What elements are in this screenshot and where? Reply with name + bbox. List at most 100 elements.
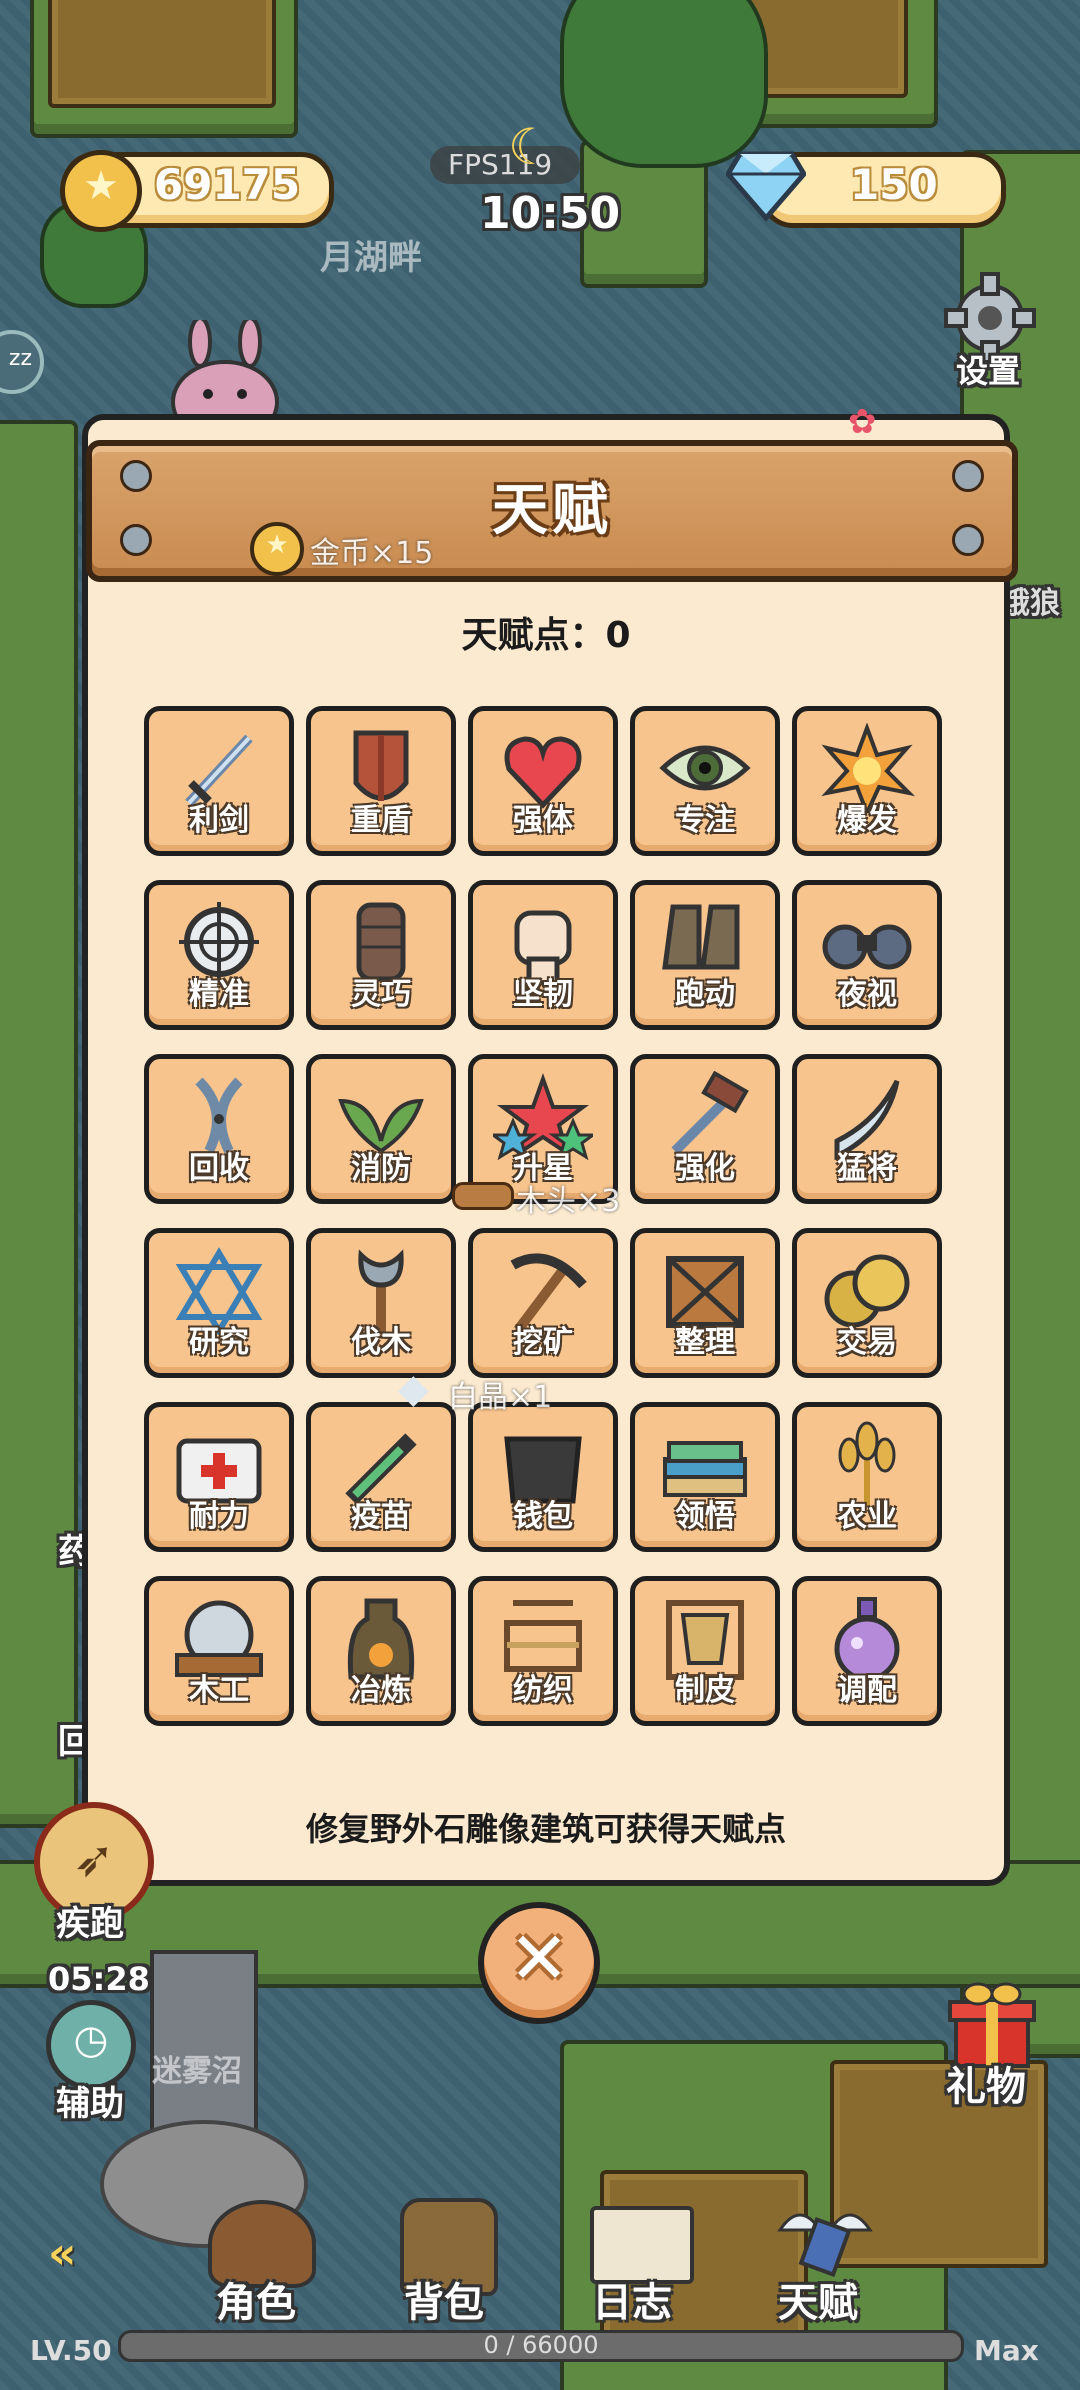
talent-label: 纺织	[513, 1673, 573, 1708]
talent-tile-10[interactable]: 夜视	[792, 880, 942, 1030]
xp-progress-text: 0 / 66000	[483, 2331, 599, 2359]
talent-label: 夜视	[837, 977, 897, 1012]
talent-label: 猛将	[837, 1151, 897, 1186]
talent-label: 利剑	[189, 803, 249, 838]
talent-label: 疫苗	[351, 1499, 411, 1534]
big-tree	[560, 0, 768, 168]
talent-tile-16[interactable]: 研究	[144, 1228, 294, 1378]
wood-log-icon	[452, 1182, 514, 1210]
settings-label[interactable]: 设置	[956, 346, 1020, 392]
talent-tile-18[interactable]: 挖矿	[468, 1228, 618, 1378]
game-clock: 10:50	[480, 188, 621, 239]
talent-label: 伐木	[351, 1325, 411, 1360]
talent-tile-11[interactable]: 回收	[144, 1054, 294, 1204]
flower-icon: ✿	[848, 402, 877, 442]
talent-tile-14[interactable]: 强化	[630, 1054, 780, 1204]
xp-max-text: Max	[974, 2334, 1039, 2367]
talent-tile-27[interactable]: 冶炼	[306, 1576, 456, 1726]
talent-label: 爆发	[837, 803, 897, 838]
talent-label: 消防	[351, 1151, 411, 1186]
grass-tile	[0, 420, 78, 1828]
talent-label: 领悟	[675, 1499, 735, 1534]
talent-tile-22[interactable]: 疫苗	[306, 1402, 456, 1552]
talent-tile-29[interactable]: 制皮	[630, 1576, 780, 1726]
talent-label: 整理	[675, 1325, 735, 1360]
talent-tile-2[interactable]: 重盾	[306, 706, 456, 856]
level-text: LV.50	[30, 2334, 112, 2367]
nav-log[interactable]: 日志	[592, 2270, 672, 2328]
talent-label: 回收	[189, 1151, 249, 1186]
collapse-arrow-icon[interactable]: «	[48, 2228, 76, 2279]
panel-header: 天赋	[86, 440, 1018, 582]
nav-talent[interactable]: 天赋	[778, 2270, 858, 2328]
nav-bag[interactable]: 背包	[404, 2270, 484, 2328]
talent-label: 强体	[513, 803, 573, 838]
talent-label: 木工	[189, 1673, 249, 1708]
nav-character[interactable]: 角色	[216, 2270, 296, 2328]
boot-icon: ➶	[73, 1830, 115, 1888]
winged-book-icon	[770, 2200, 880, 2280]
talent-tile-5[interactable]: 爆发	[792, 706, 942, 856]
talent-tile-8[interactable]: 坚韧	[468, 880, 618, 1030]
sprint-label: 疾跑	[56, 1904, 124, 1944]
fps-pill: FPS119	[430, 146, 580, 184]
sprint-timer: 05:28	[48, 1960, 150, 1998]
talent-tile-26[interactable]: 木工	[144, 1576, 294, 1726]
talent-tile-25[interactable]: 农业	[792, 1402, 942, 1552]
panel-title: 天赋	[492, 478, 612, 543]
talent-tile-12[interactable]: 消防	[306, 1054, 456, 1204]
farmland-plot	[48, 0, 276, 108]
talent-tile-28[interactable]: 纺织	[468, 1576, 618, 1726]
talent-label: 交易	[837, 1325, 897, 1360]
reward-coin-text: 金币×15	[310, 536, 434, 571]
talent-label: 坚韧	[513, 977, 573, 1012]
talent-label: 调配	[837, 1673, 897, 1708]
close-button[interactable]: ✕	[478, 1902, 600, 2024]
talent-panel: 天赋 ✿ 天赋点：0 利剑 重盾 强体 专注 爆发 精准 灵巧 坚韧 跑动 夜视 回收 消防 升星 强化猛…	[82, 402, 1018, 1886]
talent-tile-17[interactable]: 伐木	[306, 1228, 456, 1378]
gem-count: 150	[850, 160, 938, 209]
talent-tile-24[interactable]: 领悟	[630, 1402, 780, 1552]
map-label-lake: 月湖畔	[320, 238, 422, 278]
talent-hint: 修复野外石雕像建筑可获得天赋点	[305, 1810, 786, 1848]
talent-label: 制皮	[675, 1673, 735, 1708]
talent-label: 耐力	[189, 1499, 249, 1534]
talent-tile-6[interactable]: 精准	[144, 880, 294, 1030]
coin-count: 69175	[154, 160, 301, 209]
talent-tile-7[interactable]: 灵巧	[306, 880, 456, 1030]
talent-label: 挖矿	[513, 1325, 573, 1360]
talent-tile-4[interactable]: 专注	[630, 706, 780, 856]
talent-label: 钱包	[513, 1499, 573, 1534]
talent-tile-21[interactable]: 耐力	[144, 1402, 294, 1552]
reward-crystal-text: 白晶×1	[448, 1380, 553, 1415]
talent-label: 专注	[675, 803, 735, 838]
moon-icon: ☾	[508, 118, 553, 176]
xp-bar: 0 / 66000	[118, 2330, 964, 2362]
talent-label: 强化	[675, 1151, 735, 1186]
assist-label: 辅助	[56, 2084, 124, 2124]
clock-icon: ◷	[73, 2017, 109, 2063]
gift-label[interactable]: 礼物	[946, 2054, 1026, 2112]
talent-label: 重盾	[351, 803, 411, 838]
coin-icon: ★	[60, 150, 142, 232]
talent-label: 研究	[189, 1325, 249, 1360]
talent-tile-3[interactable]: 强体	[468, 706, 618, 856]
talent-label: 精准	[189, 977, 249, 1012]
talent-label: 农业	[837, 1499, 897, 1534]
talent-label: 冶炼	[351, 1673, 411, 1708]
talent-points: 天赋点：0	[461, 615, 631, 656]
talent-tile-23[interactable]: 钱包	[468, 1402, 618, 1552]
crystal-icon: ◆	[398, 1366, 429, 1412]
talent-tile-19[interactable]: 整理	[630, 1228, 780, 1378]
talent-tile-15[interactable]: 猛将	[792, 1054, 942, 1204]
talent-tile-20[interactable]: 交易	[792, 1228, 942, 1378]
diamond-icon	[724, 146, 808, 222]
talent-label: 灵巧	[351, 977, 411, 1012]
talent-tile-9[interactable]: 跑动	[630, 880, 780, 1030]
close-icon: ✕	[508, 1916, 570, 2000]
talent-tile-1[interactable]: 利剑	[144, 706, 294, 856]
reward-wood-text: 木头×3	[516, 1184, 621, 1219]
coin-icon: ★	[250, 522, 304, 576]
talent-tile-30[interactable]: 调配	[792, 1576, 942, 1726]
map-label-fog: 迷雾沼	[152, 2054, 242, 2089]
